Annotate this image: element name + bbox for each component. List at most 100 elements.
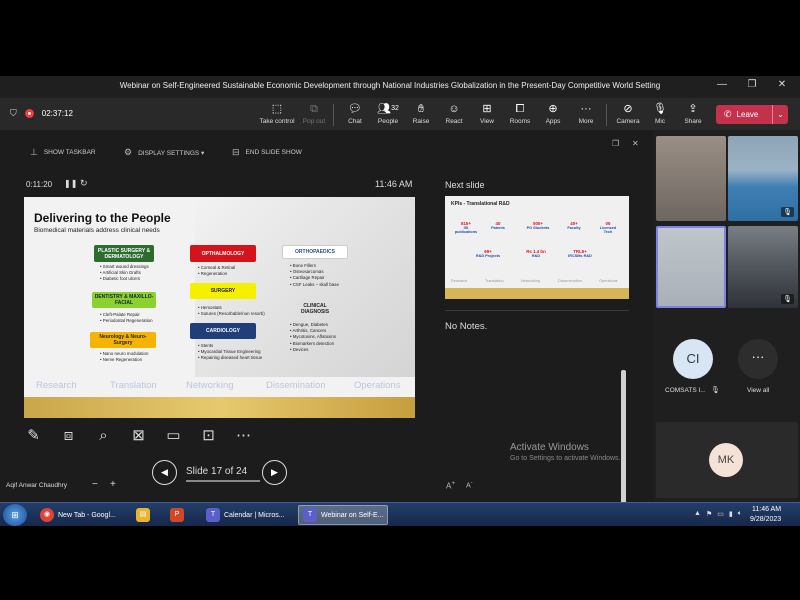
pillar-networking: Networking	[186, 380, 234, 391]
slide-pillars: Research Translation Networking Dissemin…	[24, 377, 415, 397]
increase-font-icon[interactable]: A+	[446, 480, 455, 491]
pillar-dissemination: Dissemination	[266, 380, 326, 391]
network-icon[interactable]: ▮	[729, 510, 733, 518]
taskbar-calendar[interactable]: T Calendar | Micros...	[202, 505, 294, 525]
dentistry-box: DENTISTRY & MAXILLO-FACIAL	[92, 292, 156, 308]
next-slide-button[interactable]: ▶	[262, 460, 287, 485]
mic-button[interactable]: 🎙︎ Mic	[644, 102, 676, 125]
window-title: Webinar on Self-Engineered Sustainable E…	[119, 81, 661, 90]
rooms-button[interactable]: ⧠ Rooms	[504, 102, 536, 125]
taskbar-webinar[interactable]: T Webinar on Self-E...	[298, 505, 388, 525]
powerpoint-icon: P	[170, 508, 184, 522]
slide-sorter-icon[interactable]: ⧈	[57, 424, 80, 447]
taskbar-file-explorer[interactable]: ▤	[132, 505, 162, 525]
cardiology-list: Stents Myocardial Tissue Engineering Rep…	[198, 343, 263, 362]
current-slide: Delivering to the People Biomedical mate…	[24, 197, 415, 418]
avatar[interactable]: CI	[673, 339, 713, 379]
people-icon: 👥︎32	[377, 103, 399, 115]
meeting-timer: 02:37:12	[41, 109, 73, 118]
zoom-in-icon[interactable]: +	[110, 479, 116, 490]
leave-options-chevron-icon[interactable]: ⌄	[772, 105, 788, 124]
react-button[interactable]: ☺ React	[438, 102, 470, 125]
take-control-button[interactable]: ⬚ Take control	[259, 102, 295, 125]
kpi-stat: 40 Patents	[491, 221, 505, 230]
phone-hangup-icon: ✆	[724, 109, 732, 119]
taskbar-date[interactable]: 9/28/2023	[750, 516, 781, 523]
taskbar-powerpoint[interactable]: P	[166, 505, 196, 525]
dentistry-list: Cleft-Palate Repair Periodontal Regenera…	[100, 312, 153, 324]
people-button[interactable]: 👥︎32 People	[372, 102, 404, 125]
next-slide-thumbnail[interactable]: KPIs - Translational R&D 815+ ISI publica…	[445, 196, 629, 299]
view-all-button[interactable]: ···	[738, 339, 778, 379]
more-icon: ···	[580, 103, 592, 115]
thumb-pillar: Operations	[599, 279, 618, 283]
orthopaedics-box: ORTHOPAEDICS	[282, 245, 348, 259]
kpi-stat: 69+ R&D Projects	[475, 249, 501, 258]
notes-scrollbar[interactable]	[621, 370, 626, 502]
show-taskbar-button[interactable]: ⊥ SHOW TASKBAR	[30, 147, 96, 158]
taskbar-icon: ⊥	[30, 147, 38, 157]
display-settings-button[interactable]: ⚙ DISPLAY SETTINGS ▾	[124, 147, 204, 158]
leave-button[interactable]: ✆ Leave ⌄	[716, 105, 788, 124]
taskbar-chrome[interactable]: ◉ New Tab - Googl...	[36, 505, 128, 525]
opthalmology-list: Corneal & Retinal Regeneration	[198, 265, 235, 277]
thumb-pillar: Networking	[521, 279, 540, 283]
end-slide-show-button[interactable]: ⊟ END SLIDE SHOW	[232, 147, 302, 158]
decrease-font-icon[interactable]: A-	[466, 480, 473, 489]
black-screen-icon[interactable]: ⊠	[127, 424, 150, 447]
pen-icon[interactable]: ✎	[22, 424, 45, 447]
subtitles-icon[interactable]: ▭	[162, 424, 185, 447]
participant-video[interactable]: 🎙︎	[728, 136, 798, 221]
thumb-pillar: Research	[451, 279, 468, 283]
surgery-list: Hemostats Sutures (Resorbable/non resorb…	[198, 305, 265, 317]
previous-slide-button[interactable]: ◀	[152, 460, 177, 485]
participant-video[interactable]: 🎙︎	[728, 226, 798, 308]
minimize-icon[interactable]: —	[710, 79, 734, 90]
share-button[interactable]: ⇪ Share	[677, 102, 709, 125]
flag-icon[interactable]: ⚑	[706, 510, 712, 518]
shared-screen: ⊥ SHOW TASKBAR ⚙ DISPLAY SETTINGS ▾ ⊟ EN…	[0, 130, 653, 502]
zoom-icon[interactable]: ⌕	[92, 424, 115, 447]
volume-icon[interactable]: 🔈︎	[738, 510, 742, 518]
notes-text: No Notes.	[445, 321, 488, 332]
apps-button[interactable]: ⊕ Apps	[537, 102, 569, 125]
zoom-out-icon[interactable]: −	[92, 479, 98, 490]
presenter-close-icon[interactable]: ✕	[632, 139, 639, 148]
chat-button[interactable]: 💬︎ Chat	[339, 102, 371, 125]
pop-out-button[interactable]: ⧉ Pop out	[298, 102, 330, 125]
restore-icon[interactable]: ❐	[740, 79, 764, 90]
close-icon[interactable]: ✕	[770, 79, 794, 90]
shield-icon: ⛉	[10, 108, 17, 118]
presenter-clock: 11:46 AM	[375, 179, 413, 189]
windows-taskbar: ⊞ ◉ New Tab - Googl... ▤ P T Calendar | …	[0, 502, 800, 526]
participant-video-active-speaker[interactable]	[656, 226, 726, 308]
pause-icon[interactable]: ❚❚	[64, 179, 77, 188]
presenter-tools: ✎ ⧈ ⌕ ⊠ ▭ ⊡ ⋯	[22, 424, 255, 447]
kpi-stat: 40+ Faculty	[567, 221, 581, 230]
start-button[interactable]: ⊞	[3, 504, 27, 526]
kpi-stat: 05 Licensed Tech	[599, 221, 617, 234]
self-view-tile[interactable]: MK	[656, 422, 798, 498]
restart-timer-icon[interactable]: ↻	[80, 178, 88, 189]
more-options-icon[interactable]: ⋯	[232, 424, 255, 447]
elapsed-timer: 0:11:20	[26, 180, 53, 189]
camera-button[interactable]: ⊘ Camera	[612, 102, 644, 125]
grid-view-icon: ⊞	[482, 103, 492, 115]
meeting-toolbar: ⛉ 02:37:12 ⬚ Take control ⧉ Pop out 💬︎ C…	[0, 98, 800, 130]
camera-icon[interactable]: ⊡	[197, 424, 220, 447]
taskbar-time[interactable]: 11:46 AM	[752, 506, 781, 513]
activate-windows-hint: Go to Settings to activate Windows.	[510, 455, 621, 462]
more-button[interactable]: ··· More	[570, 102, 602, 125]
presenter-name: Aqif Anwar Chaudhry	[6, 482, 68, 489]
display-icon[interactable]: ▭	[717, 510, 724, 518]
hand-icon: ✋︎	[417, 103, 425, 115]
opthalmology-box: OPTHALMOLOGY	[190, 245, 256, 262]
raise-hand-button[interactable]: ✋︎ Raise	[405, 102, 437, 125]
activate-windows-watermark: Activate Windows	[510, 442, 589, 453]
view-button[interactable]: ⊞ View	[471, 102, 503, 125]
presenter-restore-icon[interactable]: ❐	[612, 139, 619, 148]
show-hidden-icons-icon[interactable]: ▲	[694, 510, 701, 518]
participant-video[interactable]	[656, 136, 726, 221]
presenter-bar: ⊥ SHOW TASKBAR ⚙ DISPLAY SETTINGS ▾ ⊟ EN…	[0, 130, 653, 168]
clinical-diagnosis-heading: CLINICAL DIAGNOSIS	[300, 303, 330, 315]
